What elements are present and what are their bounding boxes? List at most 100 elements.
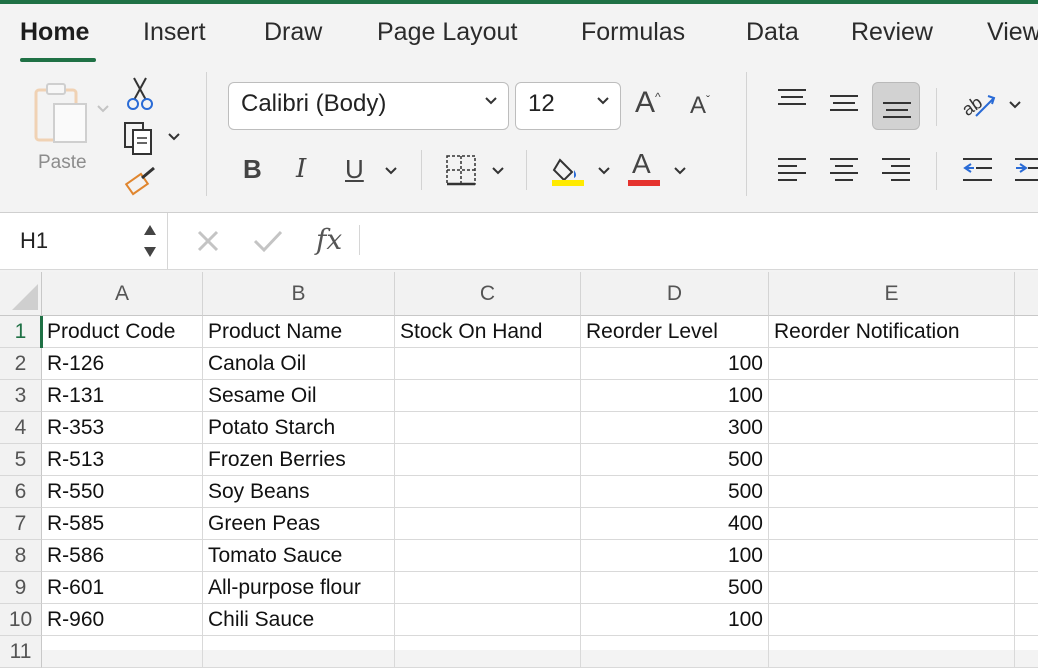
cell-d9[interactable]: 500 xyxy=(581,572,769,604)
row-header-7[interactable]: 7 xyxy=(0,508,42,540)
cell-c3[interactable] xyxy=(395,380,581,412)
tab-formulas[interactable]: Formulas xyxy=(581,18,685,47)
cell-a7[interactable]: R-585 xyxy=(42,508,203,540)
cell-c11[interactable] xyxy=(395,636,581,668)
enter-check-icon[interactable] xyxy=(252,229,284,253)
cell-b9[interactable]: All-purpose flour xyxy=(203,572,395,604)
row-header-9[interactable]: 9 xyxy=(0,572,42,604)
cell-e1[interactable]: Reorder Notification xyxy=(769,316,1015,348)
column-header-e[interactable]: E xyxy=(769,272,1015,316)
cell-f7[interactable] xyxy=(1015,508,1038,540)
align-center-icon[interactable] xyxy=(829,156,859,184)
cell-c7[interactable] xyxy=(395,508,581,540)
cell-a2[interactable]: R-126 xyxy=(42,348,203,380)
paste-button[interactable]: Paste xyxy=(26,80,112,180)
underline-button[interactable]: U xyxy=(345,154,364,185)
cell-f2[interactable] xyxy=(1015,348,1038,380)
select-all-button[interactable] xyxy=(0,272,42,316)
cell-a8[interactable]: R-586 xyxy=(42,540,203,572)
cell-c8[interactable] xyxy=(395,540,581,572)
row-header-10[interactable]: 10 xyxy=(0,604,42,636)
borders-icon[interactable] xyxy=(445,154,477,186)
row-header-4[interactable]: 4 xyxy=(0,412,42,444)
chevron-down-icon[interactable] xyxy=(1008,100,1022,110)
cell-c1[interactable]: Stock On Hand xyxy=(395,316,581,348)
cell-a9[interactable]: R-601 xyxy=(42,572,203,604)
cell-f5[interactable] xyxy=(1015,444,1038,476)
cell-b10[interactable]: Chili Sauce xyxy=(203,604,395,636)
cell-b8[interactable]: Tomato Sauce xyxy=(203,540,395,572)
cell-a10[interactable]: R-960 xyxy=(42,604,203,636)
align-top-icon[interactable] xyxy=(777,88,807,112)
row-header-2[interactable]: 2 xyxy=(0,348,42,380)
align-middle-icon[interactable] xyxy=(829,92,859,116)
cell-f11[interactable] xyxy=(1015,636,1038,668)
tab-page-layout[interactable]: Page Layout xyxy=(377,18,517,47)
cell-c4[interactable] xyxy=(395,412,581,444)
cell-e8[interactable] xyxy=(769,540,1015,572)
name-box[interactable]: H1 xyxy=(0,213,168,269)
italic-button[interactable]: I xyxy=(296,154,306,184)
increase-indent-icon[interactable] xyxy=(1014,156,1038,184)
cell-f1[interactable] xyxy=(1015,316,1038,348)
cell-e5[interactable] xyxy=(769,444,1015,476)
row-header-8[interactable]: 8 xyxy=(0,540,42,572)
row-header-5[interactable]: 5 xyxy=(0,444,42,476)
cell-d10[interactable]: 100 xyxy=(581,604,769,636)
column-header-a[interactable]: A xyxy=(42,272,203,316)
cell-a4[interactable]: R-353 xyxy=(42,412,203,444)
cell-b5[interactable]: Frozen Berries xyxy=(203,444,395,476)
font-size-select[interactable]: 12 xyxy=(515,82,621,130)
format-painter-icon[interactable] xyxy=(124,164,160,198)
cell-b11[interactable] xyxy=(203,636,395,668)
font-name-select[interactable]: Calibri (Body) xyxy=(228,82,509,130)
increase-font-size-button[interactable]: A^ xyxy=(635,86,661,120)
column-header-b[interactable]: B xyxy=(203,272,395,316)
bold-button[interactable]: B xyxy=(243,154,262,185)
align-left-icon[interactable] xyxy=(777,156,807,184)
cell-b1[interactable]: Product Name xyxy=(203,316,395,348)
chevron-down-icon[interactable] xyxy=(491,166,505,176)
decrease-font-size-button[interactable]: Aˇ xyxy=(690,92,710,120)
cell-d5[interactable]: 500 xyxy=(581,444,769,476)
insert-function-button[interactable]: fx xyxy=(316,223,342,256)
cut-icon[interactable] xyxy=(126,76,154,112)
decrease-indent-icon[interactable] xyxy=(962,156,994,184)
cell-e10[interactable] xyxy=(769,604,1015,636)
align-bottom-button[interactable] xyxy=(872,82,920,130)
column-header-c[interactable]: C xyxy=(395,272,581,316)
cell-d7[interactable]: 400 xyxy=(581,508,769,540)
cell-f8[interactable] xyxy=(1015,540,1038,572)
cell-f3[interactable] xyxy=(1015,380,1038,412)
chevron-down-icon[interactable] xyxy=(167,132,181,142)
cell-c9[interactable] xyxy=(395,572,581,604)
fill-color-icon[interactable] xyxy=(550,152,586,188)
cell-a11[interactable] xyxy=(42,636,203,668)
tab-review[interactable]: Review xyxy=(851,18,933,47)
font-color-button[interactable]: A xyxy=(632,148,651,180)
cell-f10[interactable] xyxy=(1015,604,1038,636)
cell-e4[interactable] xyxy=(769,412,1015,444)
cell-b3[interactable]: Sesame Oil xyxy=(203,380,395,412)
cell-b7[interactable]: Green Peas xyxy=(203,508,395,540)
cell-c2[interactable] xyxy=(395,348,581,380)
cell-e2[interactable] xyxy=(769,348,1015,380)
cell-a3[interactable]: R-131 xyxy=(42,380,203,412)
tab-view[interactable]: View xyxy=(987,18,1038,47)
chevron-down-icon[interactable] xyxy=(384,166,398,176)
column-header-d[interactable]: D xyxy=(581,272,769,316)
cell-c10[interactable] xyxy=(395,604,581,636)
chevron-down-icon[interactable] xyxy=(597,166,611,176)
align-right-icon[interactable] xyxy=(881,156,911,184)
tab-insert[interactable]: Insert xyxy=(143,18,206,47)
cell-d4[interactable]: 300 xyxy=(581,412,769,444)
cell-d8[interactable]: 100 xyxy=(581,540,769,572)
tab-draw[interactable]: Draw xyxy=(264,18,322,47)
cell-f9[interactable] xyxy=(1015,572,1038,604)
tab-data[interactable]: Data xyxy=(746,18,799,47)
cell-a6[interactable]: R-550 xyxy=(42,476,203,508)
row-header-11[interactable]: 11 xyxy=(0,636,42,668)
cell-a5[interactable]: R-513 xyxy=(42,444,203,476)
cell-e6[interactable] xyxy=(769,476,1015,508)
cell-f6[interactable] xyxy=(1015,476,1038,508)
